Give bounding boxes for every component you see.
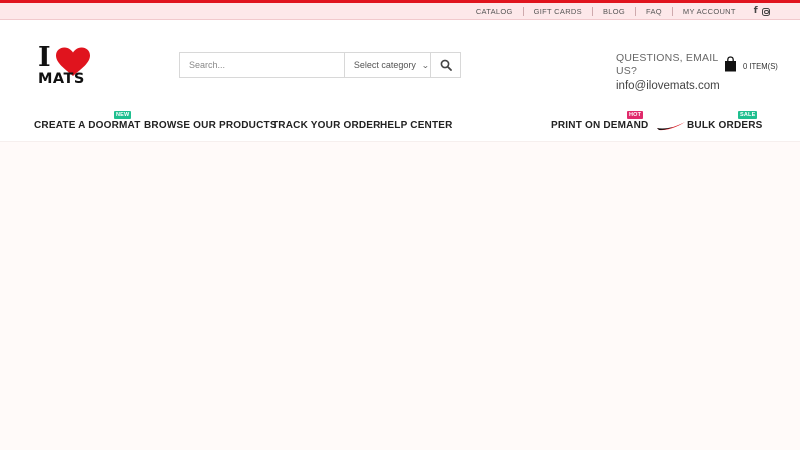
utility-nav: CATALOG GIFT CARDS BLOG FAQ MY ACCOUNT f [466,3,770,20]
hot-badge: HOT [627,111,644,119]
catalog-link[interactable]: CATALOG [466,7,523,16]
nav-print-on-demand[interactable]: PRINT ON DEMAND [551,120,648,131]
nav-create-doormat[interactable]: CREATE A DOORMAT [34,120,141,131]
category-select-label: Select category [353,60,416,70]
nav-track-order[interactable]: TRACK YOUR ORDER [272,120,381,131]
blog-link[interactable]: BLOG [593,7,635,16]
gift-cards-link[interactable]: GIFT CARDS [524,7,592,16]
facebook-icon[interactable]: f [754,7,758,16]
site-logo[interactable]: I MATS [38,44,94,90]
category-select[interactable]: Select category ⌄ [343,53,430,77]
contact-question: QUESTIONS, EMAIL US? [616,52,718,77]
chevron-down-icon: ⌄ [421,60,430,70]
cart-button[interactable]: 0 ITEM(S) [724,56,782,72]
logo-wordmark: MATS [38,71,85,87]
logo-letter-i: I [38,42,51,73]
my-account-link[interactable]: MY ACCOUNT [673,7,746,16]
nav-browse-products[interactable]: BROWSE OUR PRODUCTS [144,120,277,131]
contact-block: QUESTIONS, EMAIL US? info@ilovemats.com [616,52,726,93]
faq-link[interactable]: FAQ [636,7,672,16]
search-bar: Select category ⌄ [179,52,461,78]
new-badge: NEW [114,111,132,119]
shopping-bag-icon [725,56,736,72]
swoosh-icon [657,122,685,131]
nav-bulk-orders[interactable]: BULK ORDERS [687,120,763,131]
cart-count: 0 ITEM(S) [743,61,778,71]
search-input[interactable] [180,53,344,77]
search-button[interactable] [430,53,460,77]
hero-banner-area [0,141,800,450]
nav-help-center[interactable]: HELP CENTER [380,120,453,131]
contact-email-link[interactable]: info@ilovemats.com [616,79,726,93]
social-links: f [746,7,770,16]
search-icon [440,59,452,71]
top-utility-bar: CATALOG GIFT CARDS BLOG FAQ MY ACCOUNT f [0,3,800,20]
instagram-icon[interactable] [762,7,770,16]
sale-badge: SALE [738,111,758,119]
